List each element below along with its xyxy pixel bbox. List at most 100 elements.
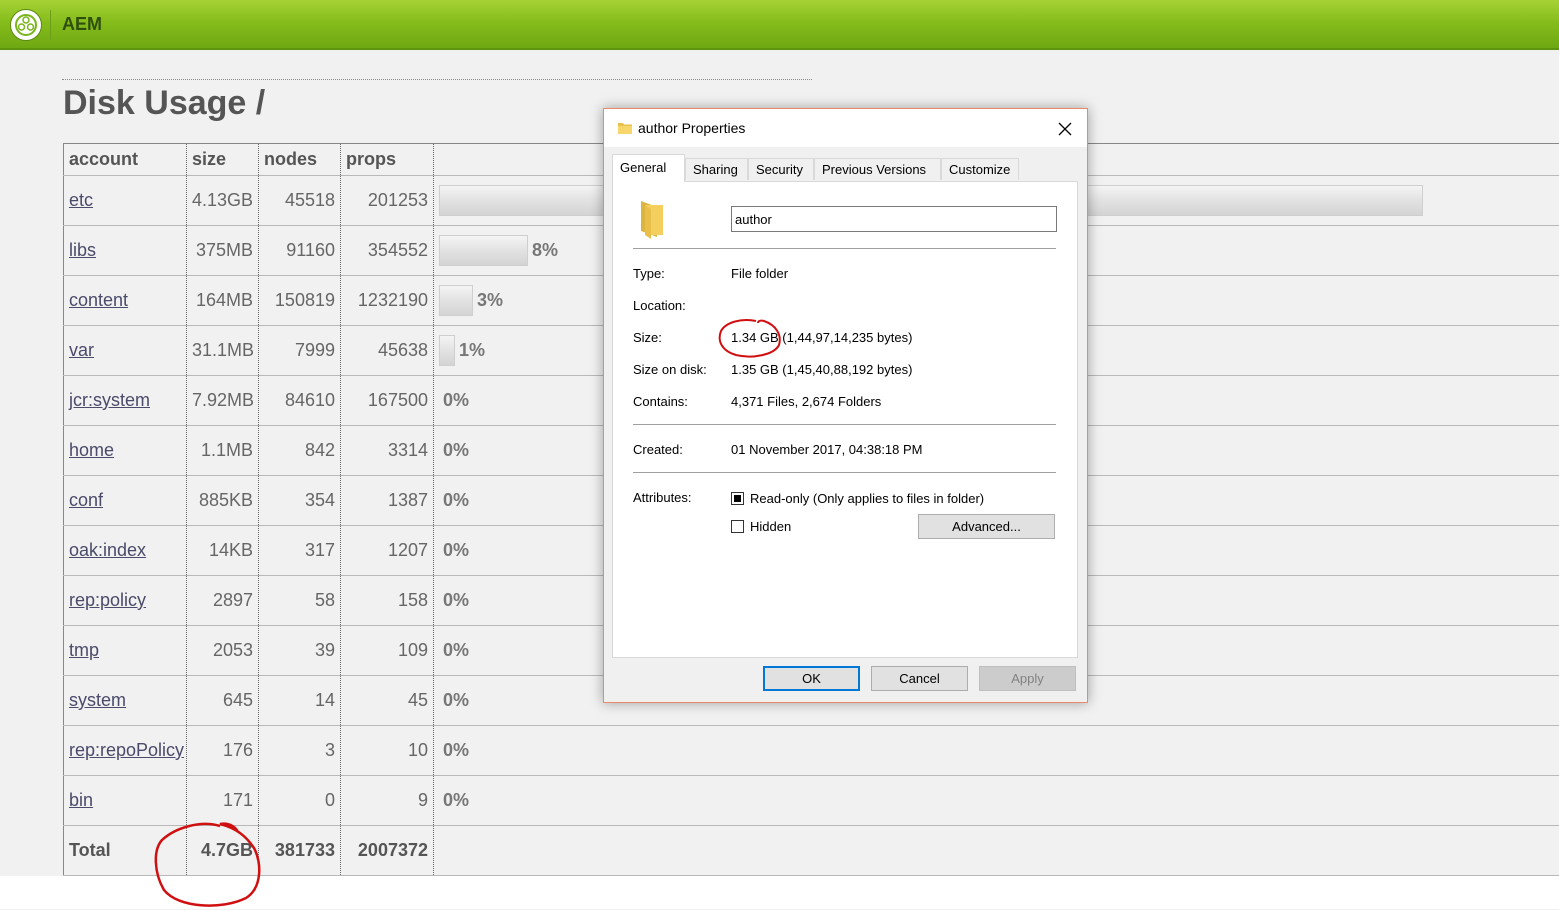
- props-cell: 167500: [341, 376, 434, 426]
- usage-percent: 0%: [443, 490, 469, 511]
- total-nodes: 381733: [259, 826, 341, 876]
- size-cell: 2053: [187, 626, 259, 676]
- props-cell: 109: [341, 626, 434, 676]
- size-cell: 171: [187, 776, 259, 826]
- app-title[interactable]: AEM: [62, 14, 102, 35]
- props-cell: 9: [341, 776, 434, 826]
- contains-label: Contains:: [633, 394, 688, 409]
- total-row: Total 4.7GB 381733 2007372: [64, 826, 1559, 876]
- account-link[interactable]: libs: [69, 240, 96, 260]
- account-link[interactable]: var: [69, 340, 94, 360]
- account-cell: oak:index: [64, 526, 187, 576]
- tab-customize[interactable]: Customize: [941, 158, 1019, 180]
- account-link[interactable]: oak:index: [69, 540, 146, 560]
- nodes-cell: 7999: [259, 326, 341, 376]
- account-cell: jcr:system: [64, 376, 187, 426]
- cancel-button[interactable]: Cancel: [871, 666, 968, 691]
- created-label: Created:: [633, 442, 683, 457]
- account-link[interactable]: system: [69, 690, 126, 710]
- account-link[interactable]: rep:repoPolicy: [69, 740, 184, 760]
- apply-button[interactable]: Apply: [979, 666, 1076, 691]
- nodes-cell: 39: [259, 626, 341, 676]
- account-link[interactable]: tmp: [69, 640, 99, 660]
- nodes-cell: 45518: [259, 176, 341, 226]
- props-cell: 1207: [341, 526, 434, 576]
- header-account: account: [64, 144, 187, 176]
- header-size: size: [187, 144, 259, 176]
- nodes-cell: 0: [259, 776, 341, 826]
- tab-sharing[interactable]: Sharing: [685, 158, 748, 180]
- table-row: bin 17109 0%: [64, 776, 1559, 826]
- tab-previous-versions[interactable]: Previous Versions: [814, 158, 941, 180]
- folder-name-input[interactable]: [731, 206, 1057, 232]
- props-cell: 1232190: [341, 276, 434, 326]
- large-folder-icon: [637, 199, 667, 239]
- size-cell: 164MB: [187, 276, 259, 326]
- account-link[interactable]: home: [69, 440, 114, 460]
- size-cell: 1.1MB: [187, 426, 259, 476]
- usage-percent: 8%: [532, 240, 558, 261]
- usage-bar: [439, 235, 528, 266]
- usage-percent: 0%: [443, 590, 469, 611]
- account-link[interactable]: content: [69, 290, 128, 310]
- props-cell: 158: [341, 576, 434, 626]
- usage-bar: [439, 285, 473, 316]
- account-link[interactable]: conf: [69, 490, 103, 510]
- size-on-disk-value: 1.35 GB (1,45,40,88,192 bytes): [731, 362, 912, 377]
- account-link[interactable]: bin: [69, 790, 93, 810]
- tab-security[interactable]: Security: [748, 158, 814, 180]
- account-cell: bin: [64, 776, 187, 826]
- props-cell: 3314: [341, 426, 434, 476]
- usage-percent: 0%: [443, 790, 469, 811]
- topbar-divider: [50, 10, 51, 40]
- readonly-label: Read-only (Only applies to files in fold…: [750, 491, 984, 506]
- account-cell: content: [64, 276, 187, 326]
- props-cell: 354552: [341, 226, 434, 276]
- ok-button[interactable]: OK: [763, 666, 860, 691]
- account-cell: var: [64, 326, 187, 376]
- created-value: 01 November 2017, 04:38:18 PM: [731, 442, 923, 457]
- props-cell: 10: [341, 726, 434, 776]
- attributes-label: Attributes:: [633, 490, 692, 505]
- account-link[interactable]: etc: [69, 190, 93, 210]
- size-label: Size:: [633, 330, 662, 345]
- account-link[interactable]: jcr:system: [69, 390, 150, 410]
- dialog-title: author Properties: [638, 120, 745, 136]
- header-props: props: [341, 144, 434, 176]
- size-cell: 375MB: [187, 226, 259, 276]
- account-link[interactable]: rep:policy: [69, 590, 146, 610]
- dialog-title-bar[interactable]: author Properties: [604, 109, 1087, 147]
- folder-icon: [617, 120, 633, 136]
- account-cell: rep:repoPolicy: [64, 726, 187, 776]
- props-cell: 45638: [341, 326, 434, 376]
- separator: [633, 472, 1056, 473]
- size-cell: 176: [187, 726, 259, 776]
- total-props: 2007372: [341, 826, 434, 876]
- account-cell: system: [64, 676, 187, 726]
- bottom-strip: [0, 876, 1559, 909]
- usage-percent: 1%: [459, 340, 485, 361]
- nodes-cell: 3: [259, 726, 341, 776]
- usage-percent: 0%: [443, 690, 469, 711]
- page-title: Disk Usage /: [63, 84, 265, 123]
- nodes-cell: 150819: [259, 276, 341, 326]
- size-on-disk-label: Size on disk:: [633, 362, 707, 377]
- separator: [633, 424, 1056, 425]
- props-cell: 1387: [341, 476, 434, 526]
- readonly-checkbox[interactable]: [731, 492, 744, 505]
- account-cell: rep:policy: [64, 576, 187, 626]
- table-row: rep:repoPolicy176310 0%: [64, 726, 1559, 776]
- props-cell: 201253: [341, 176, 434, 226]
- advanced-button[interactable]: Advanced...: [918, 514, 1055, 539]
- usage-percent: 0%: [443, 740, 469, 761]
- aem-logo-icon[interactable]: [10, 9, 42, 41]
- close-icon[interactable]: [1049, 114, 1081, 142]
- nodes-cell: 84610: [259, 376, 341, 426]
- hidden-label: Hidden: [750, 519, 791, 534]
- tab-general[interactable]: General: [612, 154, 685, 182]
- size-cell: 885KB: [187, 476, 259, 526]
- contains-value: 4,371 Files, 2,674 Folders: [731, 394, 881, 409]
- size-value: 1.34 GB (1,44,97,14,235 bytes): [731, 330, 912, 345]
- nodes-cell: 91160: [259, 226, 341, 276]
- hidden-checkbox[interactable]: [731, 520, 744, 533]
